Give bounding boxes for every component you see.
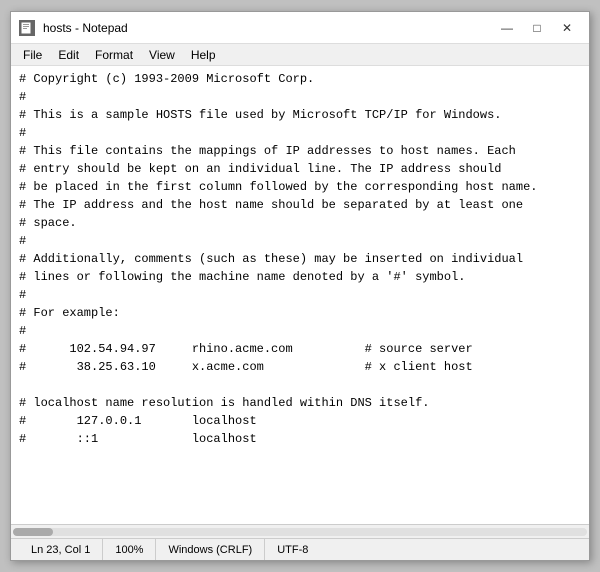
title-bar: hosts - Notepad — □ ✕ bbox=[11, 12, 589, 44]
menu-format[interactable]: Format bbox=[87, 46, 141, 64]
notepad-window: hosts - Notepad — □ ✕ File Edit Format V… bbox=[10, 11, 590, 561]
app-icon bbox=[19, 20, 35, 36]
menu-help[interactable]: Help bbox=[183, 46, 224, 64]
menu-view[interactable]: View bbox=[141, 46, 183, 64]
title-bar-left: hosts - Notepad bbox=[19, 20, 128, 36]
window-title: hosts - Notepad bbox=[43, 21, 128, 35]
close-button[interactable]: ✕ bbox=[553, 17, 581, 39]
encoding: UTF-8 bbox=[265, 539, 320, 560]
minimize-button[interactable]: — bbox=[493, 17, 521, 39]
status-bar: Ln 23, Col 1 100% Windows (CRLF) UTF-8 bbox=[11, 538, 589, 560]
editor-content[interactable]: # Copyright (c) 1993-2009 Microsoft Corp… bbox=[19, 70, 581, 520]
title-bar-controls: — □ ✕ bbox=[493, 17, 581, 39]
line-ending: Windows (CRLF) bbox=[156, 539, 265, 560]
menu-edit[interactable]: Edit bbox=[50, 46, 87, 64]
zoom-level: 100% bbox=[103, 539, 156, 560]
horizontal-scrollbar[interactable] bbox=[11, 524, 589, 538]
scrollbar-thumb[interactable] bbox=[13, 528, 53, 536]
cursor-position: Ln 23, Col 1 bbox=[19, 539, 103, 560]
menu-file[interactable]: File bbox=[15, 46, 50, 64]
scrollbar-track[interactable] bbox=[13, 528, 587, 536]
maximize-button[interactable]: □ bbox=[523, 17, 551, 39]
editor-area[interactable]: # Copyright (c) 1993-2009 Microsoft Corp… bbox=[11, 66, 589, 524]
menu-bar: File Edit Format View Help bbox=[11, 44, 589, 66]
